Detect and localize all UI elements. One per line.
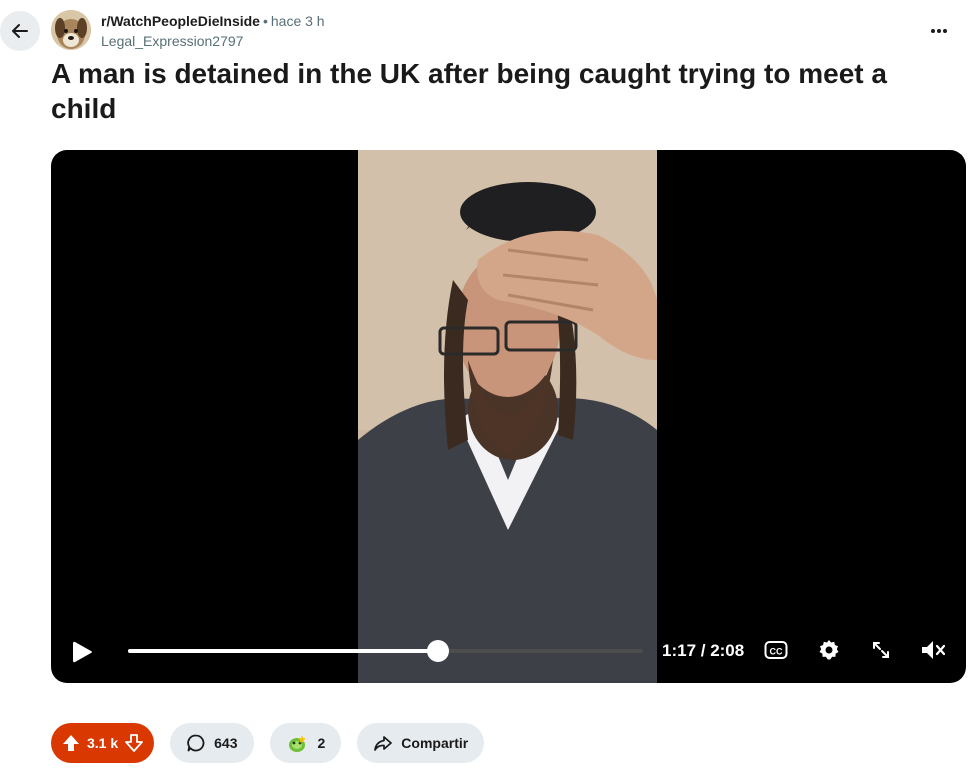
share-button[interactable]: Compartir [357,723,485,763]
fullscreen-button[interactable] [868,637,894,663]
progress-fill [128,649,439,653]
subreddit-avatar[interactable] [51,10,91,50]
video-frame [358,150,657,683]
downvote-button[interactable] [124,733,144,753]
post-time: hace 3 h [270,13,325,29]
settings-gear-icon [819,640,839,660]
post-title: A man is detained in the UK after being … [51,58,887,124]
meta-separator: • [262,13,268,29]
post-meta: r/WatchPeopleDieInside • hace 3 h Legal_Ex… [101,11,325,51]
progress-track[interactable] [128,640,643,662]
award-count: 2 [317,735,326,751]
comments-button[interactable]: 643 [170,723,254,763]
award-icon [288,735,306,752]
upvote-icon [63,735,79,751]
captions-button[interactable]: CC [763,637,789,663]
dog-avatar-image [51,10,91,50]
video-controls: 1:17 / 2:08 CC [51,619,966,683]
downvote-icon [125,734,144,752]
subreddit-link[interactable]: r/WatchPeopleDieInside [101,13,260,29]
vote-count: 3.1 k [87,735,119,751]
comment-count: 643 [214,735,238,751]
play-icon [73,641,92,663]
play-button[interactable] [69,639,95,665]
more-options-icon [931,29,947,33]
video-player[interactable]: 1:17 / 2:08 CC [51,150,966,683]
time-readout: 1:17 / 2:08 [662,641,745,660]
post-actions: 3.1 k 643 2 Compartir [51,723,485,763]
share-icon [374,736,393,751]
fullscreen-icon [873,642,889,658]
captions-icon: CC [764,641,788,659]
more-options-button[interactable] [922,14,956,48]
upvote-button[interactable] [61,733,81,753]
share-label: Compartir [401,735,469,751]
settings-button[interactable] [816,637,842,663]
author-link[interactable]: Legal_Expression2797 [101,31,325,51]
comment-icon [187,734,205,752]
vote-control: 3.1 k [51,723,155,763]
award-button[interactable]: 2 [269,723,342,763]
back-button[interactable] [0,11,40,51]
progress-scrubber[interactable] [427,640,450,662]
captions-label: CC [770,647,783,657]
back-arrow-icon [12,24,28,38]
volume-muted-icon [922,641,946,659]
mute-button[interactable] [920,637,946,663]
